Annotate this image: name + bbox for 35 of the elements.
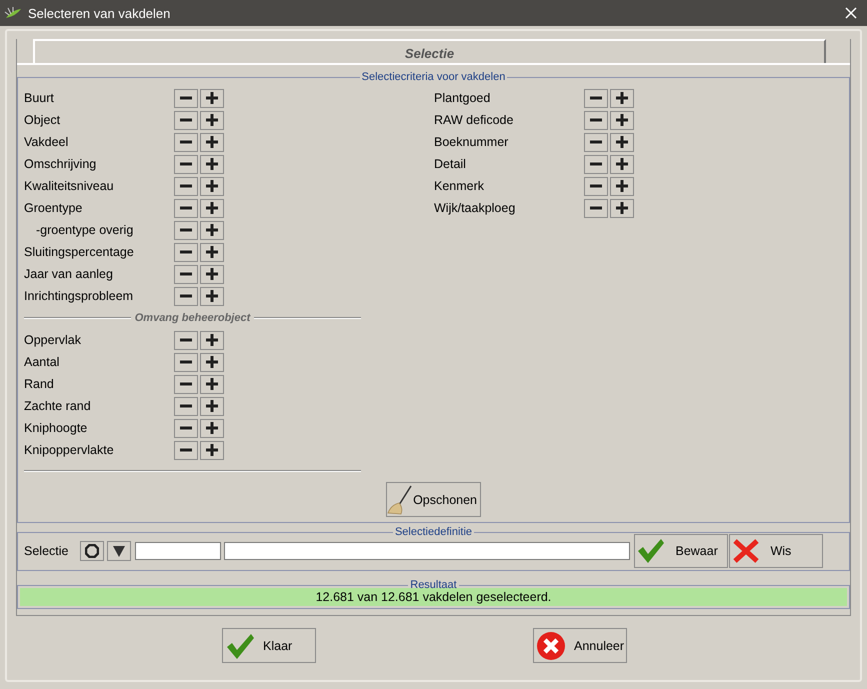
criterion-label: Knipoppervlakte: [24, 443, 115, 457]
criterion-label: Wijk/taakploeg: [434, 201, 516, 215]
group-title: Selectiecriteria voor vakdelen: [360, 71, 506, 83]
ok-button[interactable]: Klaar: [222, 628, 316, 663]
tab[interactable]: Selectie: [33, 39, 826, 65]
criterion-label: Kwaliteitsniveau: [24, 179, 115, 193]
criterion-label: Kenmerk: [434, 179, 486, 193]
criterion-label: Groentype: [24, 201, 84, 215]
criterion-label: Rand: [24, 377, 55, 391]
criterion-label: RAW deficode: [434, 113, 514, 127]
group-title: Resultaat: [409, 579, 458, 591]
criterion-label: Zachte rand: [24, 399, 92, 413]
criterion-label: Boeknummer: [434, 135, 510, 149]
criterion-label: Aantal: [24, 355, 60, 369]
result-message: 12.681 van 12.681 vakdelen geselecteerd.: [20, 588, 847, 606]
criterion-label: Kniphoogte: [24, 421, 88, 435]
criterion-label: Object: [24, 113, 62, 127]
criterion-label: Vakdeel: [24, 135, 70, 149]
criterion-label: Oppervlak: [24, 333, 82, 347]
field-label: Selectie: [24, 544, 68, 558]
clear-button[interactable]: Opschonen: [386, 482, 481, 517]
save-button[interactable]: Bewaar: [634, 534, 728, 568]
criterion-label: Jaar van aanleg: [24, 267, 114, 281]
criterion-label: -groentype overig: [35, 223, 134, 237]
criterion-label: Detail: [434, 157, 467, 171]
criterion-label: Plantgoed: [434, 91, 492, 105]
delete-button[interactable]: Wis: [729, 534, 824, 568]
criterion-label: Omschrijving: [24, 157, 98, 171]
section-heading: Omvang beheerobject: [134, 312, 252, 324]
window-title: Selecteren van vakdelen: [28, 6, 172, 20]
cancel-button[interactable]: Annuleer: [533, 628, 627, 663]
criterion-label: Inrichtingsprobleem: [24, 289, 134, 303]
criterion-label: Sluitingspercentage: [24, 245, 135, 259]
criterion-label: Buurt: [24, 91, 55, 105]
group-title: Selectiedefinitie: [394, 526, 474, 538]
